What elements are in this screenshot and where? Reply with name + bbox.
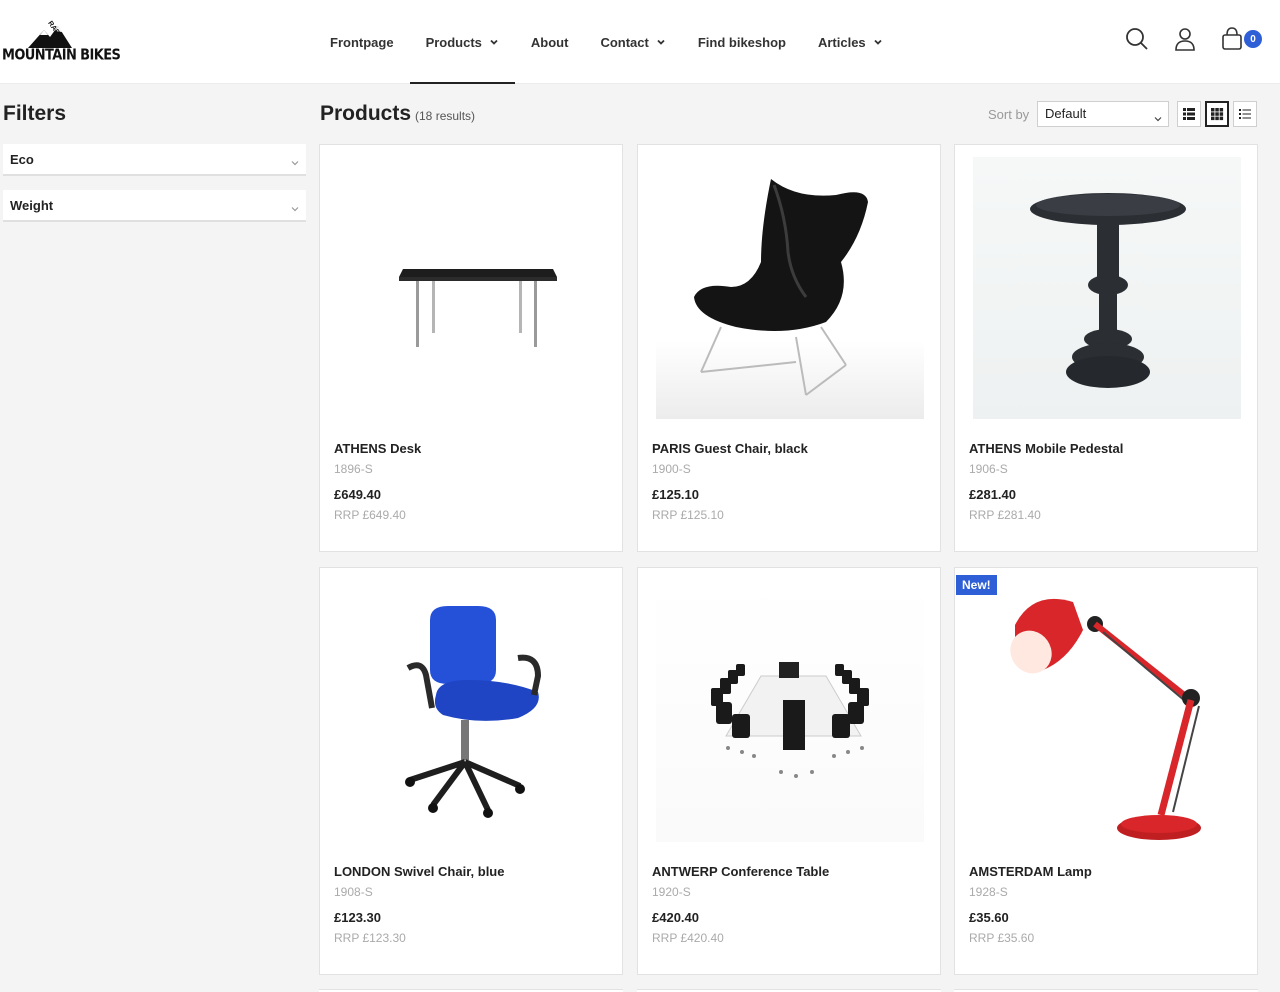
user-icon[interactable] [1172, 26, 1198, 52]
main-nav: Frontpage Products About Contact Find bi… [314, 0, 899, 84]
product-image[interactable] [973, 580, 1241, 842]
product-sku: 1920-S [652, 885, 691, 899]
product-name[interactable]: ATHENS Desk [334, 441, 421, 456]
chevron-down-icon [656, 37, 666, 47]
cart-count-badge: 0 [1244, 30, 1262, 48]
nav-frontpage[interactable]: Frontpage [314, 0, 410, 84]
chevron-down-icon [291, 155, 299, 166]
nav-products[interactable]: Products [409, 0, 516, 84]
product-name[interactable]: PARIS Guest Chair, black [652, 441, 808, 456]
product-card[interactable]: LONDON Swivel Chair, blue 1908-S £123.30… [319, 567, 623, 975]
product-rrp: RRP £123.30 [334, 931, 406, 945]
nav-label: About [530, 34, 569, 50]
header-actions: 0 [1124, 26, 1262, 52]
site-logo[interactable]: RAPIDO MOUNTAIN BIKES [2, 18, 121, 66]
desk-lamp-image [1010, 598, 1201, 840]
product-card[interactable]: ATHENS Mobile Pedestal 1906-S £281.40 RR… [954, 144, 1258, 552]
product-name[interactable]: ANTWERP Conference Table [652, 864, 829, 879]
product-image[interactable] [656, 580, 924, 842]
chevron-down-icon [1154, 111, 1162, 122]
list-view-button[interactable] [1233, 101, 1257, 127]
page-title-text: Products [320, 102, 412, 125]
product-price: £281.40 [969, 487, 1016, 502]
chevron-down-icon [873, 37, 883, 47]
product-price: £125.10 [652, 487, 699, 502]
chevron-down-icon [489, 37, 499, 47]
nav-label: Products [425, 34, 482, 50]
sort-value: Default [1045, 106, 1087, 121]
search-icon[interactable] [1124, 26, 1150, 52]
product-name[interactable]: ATHENS Mobile Pedestal [969, 441, 1123, 456]
list-large-view-button[interactable] [1177, 101, 1201, 127]
swivel-chair-image [405, 606, 542, 818]
nav-label: Contact [600, 34, 649, 50]
product-rrp: RRP £420.40 [652, 931, 724, 945]
product-price: £35.60 [969, 910, 1009, 925]
filters-title: Filters [3, 102, 67, 125]
nav-label: Find bikeshop [697, 34, 786, 50]
desk-image [399, 269, 557, 347]
lounge-chair-image [694, 179, 868, 396]
conference-table-image [711, 662, 869, 778]
logo-text: MOUNTAIN BIKES [2, 46, 121, 64]
results-count: (18 results) [415, 109, 476, 123]
nav-find-bikeshop[interactable]: Find bikeshop [682, 0, 802, 84]
nav-about[interactable]: About [515, 0, 585, 84]
sort-label: Sort by [988, 107, 1030, 122]
filter-label: Eco [10, 151, 34, 167]
new-badge: New! [956, 575, 997, 595]
product-price: £649.40 [334, 487, 381, 502]
product-rrp: RRP £125.10 [652, 508, 724, 522]
filter-weight[interactable]: Weight [3, 190, 306, 222]
product-sku: 1900-S [652, 462, 691, 476]
product-name[interactable]: LONDON Swivel Chair, blue [334, 864, 504, 879]
product-card[interactable]: PARIS Guest Chair, black 1900-S £125.10 … [637, 144, 941, 552]
nav-articles[interactable]: Articles [802, 0, 899, 84]
sort-select[interactable]: Default [1037, 101, 1169, 127]
grid-icon [1211, 108, 1224, 121]
filter-eco[interactable]: Eco [3, 144, 306, 176]
product-rrp: RRP £281.40 [969, 508, 1041, 522]
filter-label: Weight [10, 197, 54, 213]
product-price: £420.40 [652, 910, 699, 925]
nav-contact[interactable]: Contact [584, 0, 681, 84]
site-header: RAPIDO MOUNTAIN BIKES Frontpage Products… [0, 0, 1280, 84]
product-image[interactable] [656, 157, 924, 419]
product-card[interactable]: ATHENS Desk 1896-S £649.40 RRP £649.40 [319, 144, 623, 552]
grid-view-button[interactable] [1205, 101, 1229, 127]
product-card[interactable]: New! AMSTERDAM Lamp 1928-S £35.60 RRP £3… [954, 567, 1258, 975]
nav-label: Frontpage [330, 34, 394, 50]
pedestal-table-image [1030, 193, 1186, 388]
product-rrp: RRP £35.60 [969, 931, 1035, 945]
product-image[interactable] [973, 157, 1241, 419]
page-title: Products (18 results) [320, 102, 475, 126]
product-name[interactable]: AMSTERDAM Lamp [969, 864, 1092, 879]
chevron-down-icon [291, 201, 299, 212]
product-sku: 1906-S [969, 462, 1008, 476]
product-rrp: RRP £649.40 [334, 508, 406, 522]
list-icon [1239, 109, 1251, 119]
product-price: £123.30 [334, 910, 381, 925]
cart-icon[interactable]: 0 [1220, 26, 1262, 52]
product-sku: 1896-S [334, 462, 373, 476]
list-large-icon [1183, 108, 1195, 120]
product-sku: 1928-S [969, 885, 1008, 899]
product-image[interactable] [338, 580, 606, 842]
product-card[interactable]: ANTWERP Conference Table 1920-S £420.40 … [637, 567, 941, 975]
product-sku: 1908-S [334, 885, 373, 899]
product-image[interactable] [338, 157, 606, 419]
nav-label: Articles [817, 34, 866, 50]
